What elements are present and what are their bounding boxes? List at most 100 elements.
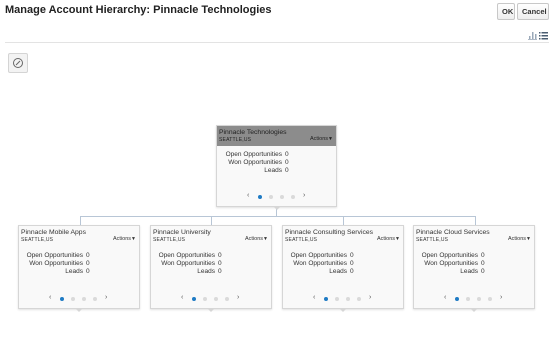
chevron-left-icon[interactable]: ‹	[444, 294, 446, 301]
actions-menu[interactable]: Actions▼	[245, 236, 268, 242]
account-card-child[interactable]: Pinnacle Consulting Services SEATTLE,US …	[282, 225, 404, 312]
metrics-values: 0 0 0	[218, 252, 222, 275]
metric-value: 0	[350, 267, 354, 275]
card-header: Pinnacle Consulting Services SEATTLE,US …	[283, 226, 403, 246]
actions-label: Actions	[377, 236, 396, 242]
metric-label: Open Opportunities	[290, 252, 347, 259]
card-notch	[75, 308, 83, 312]
metric-value: 0	[481, 267, 485, 275]
chevron-left-icon[interactable]: ‹	[247, 192, 249, 199]
metric-label: Leads	[264, 166, 282, 174]
metric-value: 0	[481, 252, 485, 259]
actions-label: Actions	[508, 236, 527, 242]
caret-down-icon: ▼	[395, 236, 400, 242]
actions-label: Actions	[245, 236, 264, 242]
card-header: Pinnacle Mobile Apps SEATTLE,US Actions▼	[19, 226, 139, 246]
metrics-values: 0 0 0	[86, 252, 90, 275]
caret-down-icon: ▼	[131, 236, 136, 242]
metric-label: Open Opportunities	[421, 252, 478, 259]
pager-dot[interactable]	[477, 297, 481, 301]
metric-label: Open Opportunities	[158, 252, 215, 259]
metric-label: Leads	[329, 267, 347, 275]
chevron-left-icon[interactable]: ‹	[313, 294, 315, 301]
pager-dot[interactable]	[488, 297, 492, 301]
metric-value: 0	[285, 158, 289, 166]
metrics-values: 0 0 0	[350, 252, 354, 275]
actions-label: Actions	[113, 236, 132, 242]
header-divider	[5, 42, 549, 43]
metric-value: 0	[218, 252, 222, 259]
card-notch	[272, 206, 281, 210]
actions-menu[interactable]: Actions▼	[377, 236, 400, 242]
cancel-button[interactable]: Cancel	[517, 3, 549, 20]
metric-value: 0	[86, 252, 90, 259]
card-header: Pinnacle Technologies SEATTLE,US Actions…	[217, 126, 336, 146]
card-notch	[207, 308, 215, 312]
connector-child-4	[475, 216, 476, 225]
pager-dot[interactable]	[324, 297, 328, 301]
actions-menu[interactable]: Actions▼	[113, 236, 136, 242]
zoom-control-button[interactable]	[8, 53, 28, 73]
account-card-root[interactable]: Pinnacle Technologies SEATTLE,US Actions…	[216, 125, 337, 210]
pager-dot[interactable]	[82, 297, 86, 301]
chevron-left-icon[interactable]: ‹	[181, 294, 183, 301]
pager-dot[interactable]	[269, 195, 273, 199]
metrics-values: 0 0 0	[285, 151, 289, 174]
metric-label: Open Opportunities	[225, 151, 282, 158]
connector-child-1	[80, 216, 81, 225]
chevron-left-icon[interactable]: ‹	[49, 294, 51, 301]
pager-dot[interactable]	[93, 297, 97, 301]
actions-menu[interactable]: Actions▼	[508, 236, 531, 242]
metrics-labels: Open Opportunities Won Opportunities Lea…	[283, 252, 347, 275]
pager-dot[interactable]	[280, 195, 284, 199]
pager-dot[interactable]	[346, 297, 350, 301]
card-header: Pinnacle Cloud Services SEATTLE,US Actio…	[414, 226, 534, 246]
chevron-right-icon[interactable]: ›	[500, 294, 502, 301]
connector-child-2	[211, 216, 212, 225]
pager-dot[interactable]	[335, 297, 339, 301]
account-card-child[interactable]: Pinnacle University SEATTLE,US Actions▼ …	[150, 225, 272, 312]
pager-dot[interactable]	[214, 297, 218, 301]
compass-icon	[13, 58, 23, 68]
metric-value: 0	[86, 259, 90, 267]
pager-dot[interactable]	[60, 297, 64, 301]
chevron-right-icon[interactable]: ›	[237, 294, 239, 301]
actions-menu[interactable]: Actions▼	[310, 136, 333, 142]
metric-value: 0	[481, 259, 485, 267]
pager-dot[interactable]	[225, 297, 229, 301]
pager-dot[interactable]	[291, 195, 295, 199]
metric-label: Open Opportunities	[26, 252, 83, 259]
hierarchy-view-icon[interactable]	[528, 31, 537, 40]
pager-dot[interactable]	[258, 195, 262, 199]
connector-horizontal	[80, 216, 476, 217]
account-card-child[interactable]: Pinnacle Cloud Services SEATTLE,US Actio…	[413, 225, 535, 312]
list-view-icon[interactable]	[539, 31, 548, 40]
metric-value: 0	[350, 252, 354, 259]
pager-dot[interactable]	[466, 297, 470, 301]
connector-child-3	[343, 216, 344, 225]
card-pager: ‹ ›	[283, 294, 403, 303]
metric-label: Leads	[65, 267, 83, 275]
metric-value: 0	[285, 166, 289, 174]
view-switcher	[528, 31, 550, 40]
pager-dot[interactable]	[192, 297, 196, 301]
metric-value: 0	[218, 259, 222, 267]
card-header: Pinnacle University SEATTLE,US Actions▼	[151, 226, 271, 246]
chevron-right-icon[interactable]: ›	[303, 192, 305, 199]
actions-label: Actions	[310, 136, 329, 142]
metric-value: 0	[285, 151, 289, 158]
account-card-child[interactable]: Pinnacle Mobile Apps SEATTLE,US Actions▼…	[18, 225, 140, 312]
caret-down-icon: ▼	[328, 136, 333, 142]
metric-label: Leads	[460, 267, 478, 275]
chevron-right-icon[interactable]: ›	[105, 294, 107, 301]
pager-dot[interactable]	[357, 297, 361, 301]
pager-dot[interactable]	[71, 297, 75, 301]
metric-label: Won Opportunities	[29, 259, 83, 267]
pager-dot[interactable]	[455, 297, 459, 301]
chevron-right-icon[interactable]: ›	[369, 294, 371, 301]
card-pager: ‹ ›	[151, 294, 271, 303]
pager-dot[interactable]	[203, 297, 207, 301]
ok-button[interactable]: OK	[497, 3, 515, 20]
metrics-values: 0 0 0	[481, 252, 485, 275]
card-pager: ‹ ›	[19, 294, 139, 303]
